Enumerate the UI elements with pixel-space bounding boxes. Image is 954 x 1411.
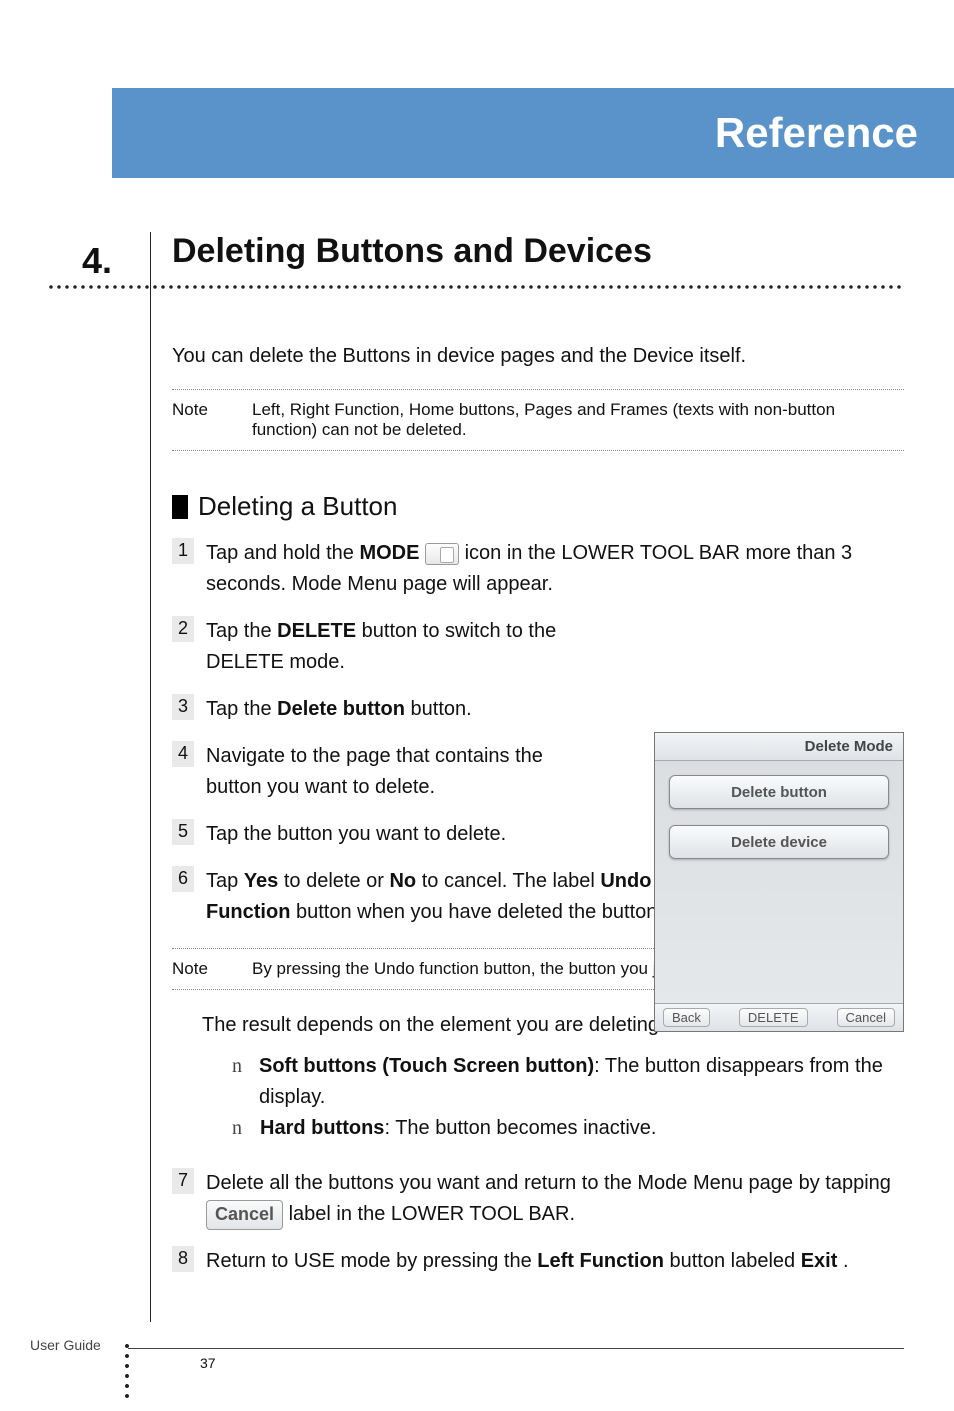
bullet-icon: n: [232, 1113, 246, 1144]
text-fragment: Tap and hold the: [206, 542, 359, 564]
vertical-rule: [150, 232, 151, 1322]
text-fragment: Delete all the buttons you want and retu…: [206, 1172, 891, 1194]
step-number: 6: [172, 866, 194, 892]
content-column: Deleting Buttons and Devices You can del…: [172, 232, 904, 1277]
step-text: Tap the DELETE button to switch to the D…: [206, 616, 602, 678]
footer-mode-label: DELETE: [739, 1008, 808, 1027]
step-7: 7 Delete all the buttons you want and re…: [172, 1168, 904, 1230]
step-3: 3 Tap the Delete button button.: [172, 694, 602, 725]
bullet-text: Soft buttons (Touch Screen button): The …: [259, 1051, 904, 1113]
bullet-text: Hard buttons: The button becomes inactiv…: [260, 1113, 656, 1144]
user-guide-label: User Guide: [30, 1337, 101, 1353]
bullet-bold: Soft buttons (Touch Screen button): [259, 1055, 594, 1077]
bullet-icon: n: [232, 1051, 245, 1113]
bullet-list: n Soft buttons (Touch Screen button): Th…: [172, 1051, 904, 1144]
mode-icon: [425, 543, 459, 565]
step-text: Return to USE mode by pressing the Left …: [206, 1246, 904, 1277]
text-fragment: Tap: [206, 870, 244, 892]
step-number: 3: [172, 694, 194, 720]
step-5: 5 Tap the button you want to delete.: [172, 819, 602, 850]
black-square-icon: [172, 495, 188, 519]
text-fragment: button labeled: [669, 1250, 800, 1272]
step-text: Navigate to the page that contains the b…: [206, 741, 602, 803]
step-number: 1: [172, 538, 194, 564]
subheading-row: Deleting a Button: [172, 491, 904, 522]
step-text: Tap the button you want to delete.: [206, 819, 602, 850]
text-fragment: to cancel. The label: [422, 870, 601, 892]
note-label: Note: [172, 959, 226, 979]
footer-rule: [128, 1348, 904, 1349]
delete-button-label: Delete button: [277, 698, 405, 720]
left-function-label: Left Function: [537, 1250, 664, 1272]
screenshot-title: Delete Mode: [805, 738, 893, 755]
section-title: Deleting Buttons and Devices: [172, 232, 904, 271]
mode-label: MODE: [359, 542, 419, 564]
section-number: 4.: [48, 240, 112, 282]
bullet-bold: Hard buttons: [260, 1117, 384, 1139]
text-fragment: to delete or: [284, 870, 390, 892]
yes-label: Yes: [244, 870, 278, 892]
step-number: 8: [172, 1246, 194, 1272]
step-text: Delete all the buttons you want and retu…: [206, 1168, 904, 1230]
step-2: 2 Tap the DELETE button to switch to the…: [172, 616, 602, 678]
step-number: 2: [172, 616, 194, 642]
note-label: Note: [172, 400, 226, 440]
text-fragment: Return to USE mode by pressing the: [206, 1250, 537, 1272]
page: Reference 4. Deleting Buttons and Device…: [0, 0, 954, 1411]
bullet-item: n Hard buttons: The button becomes inact…: [232, 1113, 904, 1144]
vertical-dots-icon: [124, 1343, 130, 1403]
banner-title: Reference: [715, 109, 918, 157]
subheading: Deleting a Button: [198, 491, 397, 522]
step-number: 4: [172, 741, 194, 767]
delete-label: DELETE: [277, 620, 356, 642]
note-box-1: Note Left, Right Function, Home buttons,…: [172, 389, 904, 451]
back-button[interactable]: Back: [663, 1008, 710, 1027]
undo-label: Undo: [600, 870, 651, 892]
step-text: Tap and hold the MODE icon in the LOWER …: [206, 538, 904, 600]
no-label: No: [389, 870, 416, 892]
delete-button-button[interactable]: Delete button: [669, 775, 889, 809]
step-text: Tap the Delete button button.: [206, 694, 602, 725]
screenshot-body: Delete button Delete device: [655, 761, 903, 873]
bullet-item: n Soft buttons (Touch Screen button): Th…: [232, 1051, 904, 1113]
delete-device-button[interactable]: Delete device: [669, 825, 889, 859]
screenshot-footer: Back DELETE Cancel: [655, 1003, 903, 1031]
text-fragment: button.: [411, 698, 472, 720]
step-number: 7: [172, 1168, 194, 1194]
step-1: 1 Tap and hold the MODE icon in the LOWE…: [172, 538, 904, 600]
cancel-button[interactable]: Cancel: [837, 1008, 895, 1027]
delete-mode-screenshot: Delete Mode Delete button Delete device …: [654, 732, 904, 1032]
exit-label: Exit: [801, 1250, 838, 1272]
step-8: 8 Return to USE mode by pressing the Lef…: [172, 1246, 904, 1277]
text-fragment: label in the LOWER TOOL BAR.: [289, 1203, 575, 1225]
text-fragment: Tap the: [206, 698, 277, 720]
note-text: Left, Right Function, Home buttons, Page…: [252, 400, 904, 440]
text-fragment: .: [843, 1250, 849, 1272]
cancel-chip-icon: Cancel: [206, 1200, 283, 1230]
bullet-rest: : The button becomes inactive.: [384, 1117, 656, 1139]
page-number: 37: [200, 1355, 216, 1371]
text-fragment: button when you have deleted the button.: [296, 901, 663, 923]
intro-text: You can delete the Buttons in device pag…: [172, 341, 904, 371]
reference-banner: Reference: [112, 88, 954, 178]
step-4: 4 Navigate to the page that contains the…: [172, 741, 602, 803]
screenshot-titlebar: Delete Mode: [655, 733, 903, 761]
step-number: 5: [172, 819, 194, 845]
text-fragment: Tap the: [206, 620, 277, 642]
